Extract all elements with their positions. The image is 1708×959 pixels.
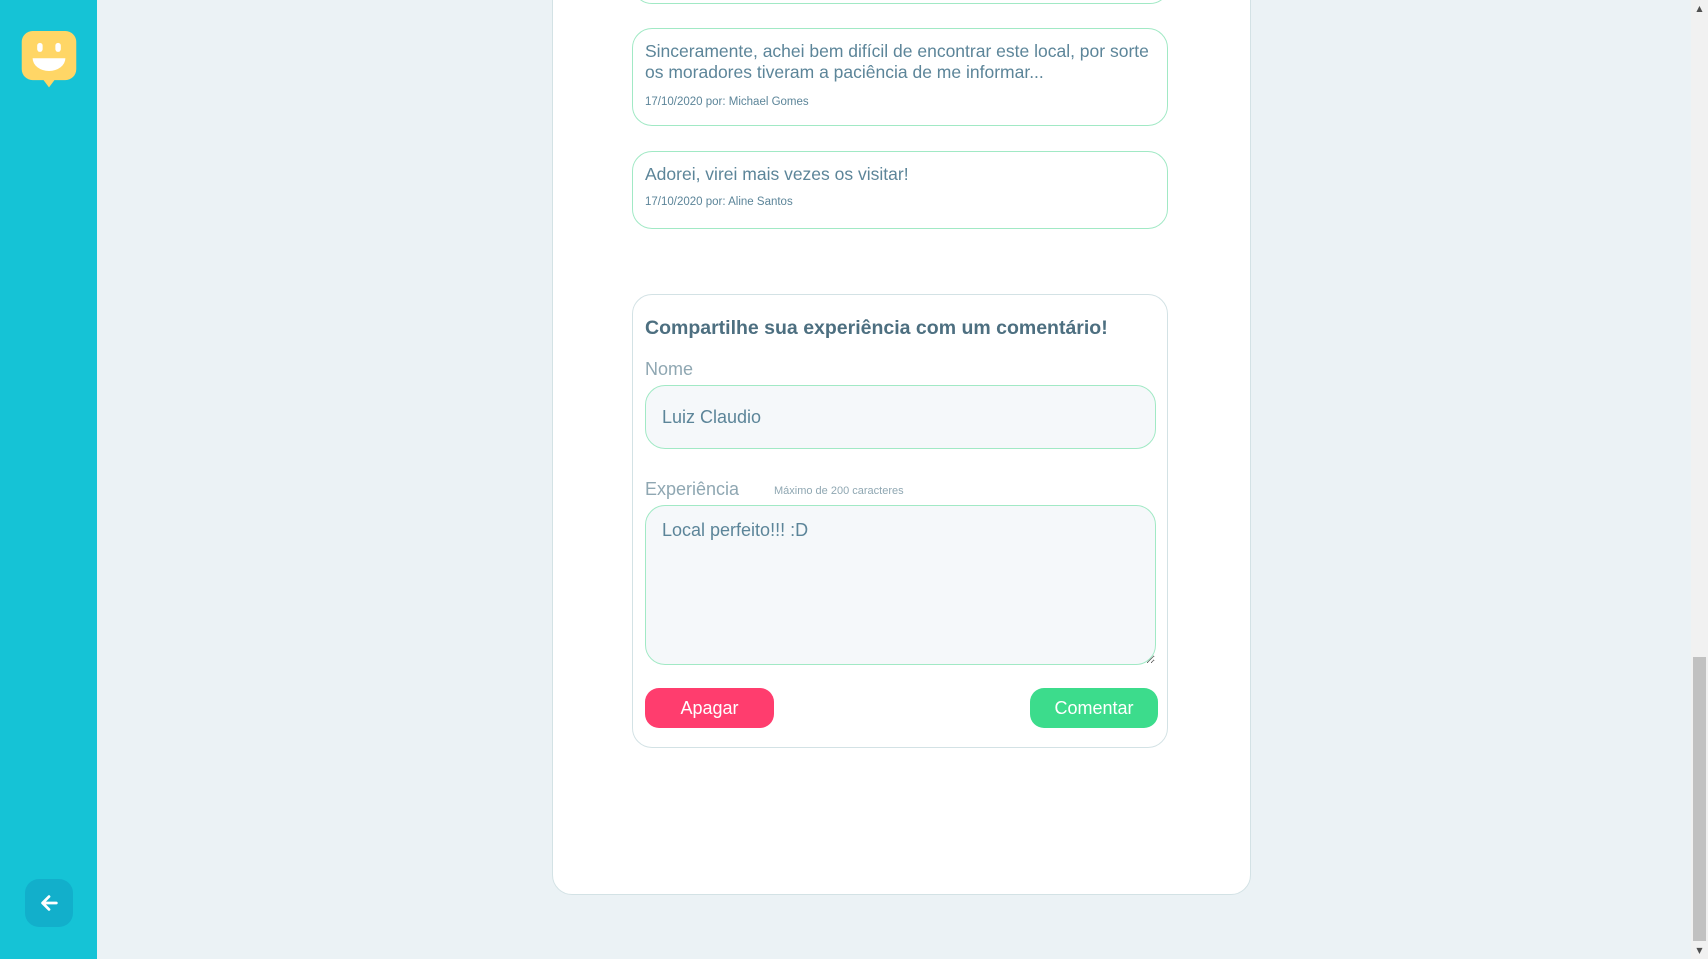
comment-meta: 17/10/2020 por: Michael Gomes — [645, 96, 809, 108]
happy-face-logo[interactable] — [19, 31, 79, 91]
scroll-down-arrow-icon[interactable]: ▼ — [1691, 942, 1708, 959]
name-input[interactable] — [645, 385, 1156, 449]
name-label: Nome — [645, 359, 694, 379]
comment-form: Compartilhe sua experiência com um comen… — [632, 294, 1168, 748]
experience-textarea[interactable]: Local perfeito!!! :D — [645, 505, 1156, 665]
vertical-scrollbar[interactable]: ▲ ▼ — [1691, 0, 1708, 959]
comment-card: Adorei, virei mais vezes os visitar! 17/… — [632, 151, 1168, 229]
form-title: Compartilhe sua experiência com um comen… — [645, 317, 1108, 339]
back-button[interactable] — [25, 879, 73, 927]
arrow-left-icon — [41, 895, 58, 911]
experience-label: Experiência — [645, 479, 740, 499]
scrollbar-thumb[interactable] — [1693, 657, 1706, 941]
scroll-up-arrow-icon[interactable]: ▲ — [1691, 0, 1708, 17]
previous-comment — [632, 0, 1170, 4]
submit-comment-button[interactable]: Comentar — [1030, 688, 1158, 728]
sidebar — [0, 0, 97, 959]
comment-meta: 17/10/2020 por: Aline Santos — [645, 196, 793, 208]
comment-text: Sinceramente, achei bem difícil de encon… — [645, 41, 1149, 82]
comment-text: Adorei, virei mais vezes os visitar! — [645, 164, 909, 184]
experience-hint: Máximo de 200 caracteres — [774, 485, 904, 497]
comment-card: Sinceramente, achei bem difícil de encon… — [632, 28, 1168, 126]
clear-button[interactable]: Apagar — [645, 688, 774, 728]
